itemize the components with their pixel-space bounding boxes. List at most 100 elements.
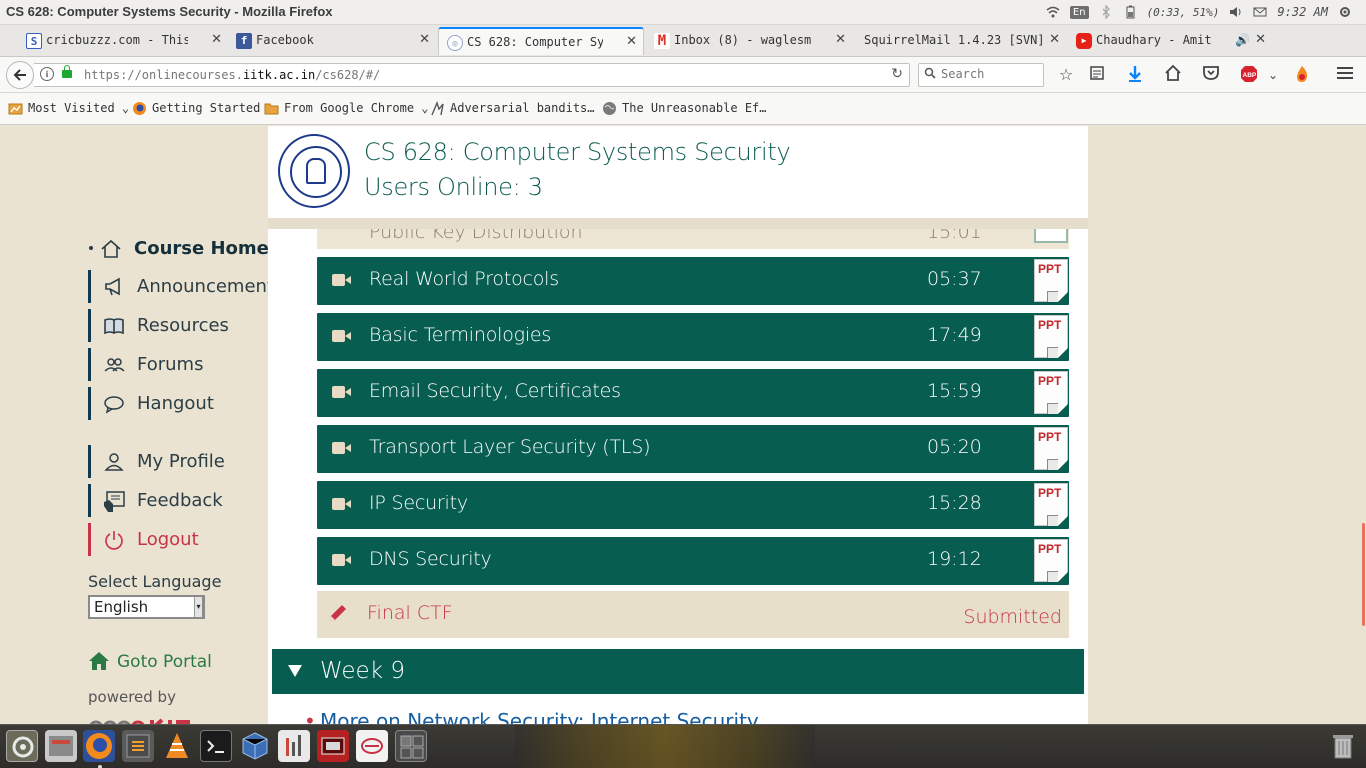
back-button[interactable] <box>6 61 34 89</box>
bookmark-unreasonable-effectiveness[interactable]: The Unreasonable Ef… <box>602 101 767 115</box>
lecture-row[interactable]: Email Security, Certificates 15:59 PPT <box>317 369 1069 417</box>
lecture-title[interactable]: Transport Layer Security (TLS) <box>369 436 651 458</box>
clock[interactable]: 9:32 AM <box>1277 5 1328 19</box>
lecture-title[interactable]: Basic Terminologies <box>369 324 551 346</box>
tab-cs628[interactable]: ◎ CS 628: Computer Syste ✕ <box>438 27 644 55</box>
bookmark-star-icon[interactable]: ☆ <box>1056 65 1076 85</box>
week-header[interactable]: Week 9 <box>272 649 1084 694</box>
bookmark-label: Most Visited <box>28 101 115 115</box>
close-tab-icon[interactable]: ✕ <box>626 29 637 55</box>
video-camera-icon <box>332 498 351 510</box>
lecture-row[interactable]: IP Security 15:28 PPT <box>317 481 1069 529</box>
reload-icon[interactable]: ↻ <box>891 66 903 82</box>
ppt-download-button[interactable]: PPT <box>1034 539 1068 582</box>
tab-cricbuzzz[interactable]: S cricbuzzz.com - This w ✕ <box>18 27 228 55</box>
lecture-title[interactable]: Email Security, Certificates <box>369 380 621 402</box>
chevron-down-icon[interactable]: ⌄ <box>1263 65 1283 85</box>
sidebar-item-label: Forums <box>137 354 204 375</box>
sidebar-item-hangout[interactable]: Hangout <box>88 387 266 420</box>
ppt-icon[interactable] <box>1034 229 1068 243</box>
hackbar-flame-icon[interactable] <box>1292 65 1312 85</box>
trash-icon[interactable] <box>1327 730 1359 762</box>
pencil-icon <box>327 602 349 624</box>
bookmark-from-google-chrome[interactable]: From Google Chrome ⌄ <box>264 101 429 115</box>
sidebar-item-resources[interactable]: Resources <box>88 309 266 342</box>
terminal-icon[interactable] <box>200 730 232 762</box>
course-title: CS 628: Computer Systems Security <box>364 138 791 166</box>
battery-icon[interactable] <box>1123 5 1137 19</box>
url-suffix: /cs628/#/ <box>315 68 381 82</box>
reading-list-icon[interactable] <box>1087 65 1107 85</box>
bluetooth-icon[interactable] <box>1099 4 1113 20</box>
sidebar-item-feedback[interactable]: Feedback <box>88 484 266 517</box>
hamburger-menu-icon[interactable] <box>1335 65 1355 85</box>
sidebar-item-announcements[interactable]: Announcements <box>88 270 283 303</box>
system-monitor-icon[interactable] <box>278 730 310 762</box>
bookmark-most-visited[interactable]: Most Visited ⌄ <box>8 101 129 115</box>
goto-portal-link[interactable]: Goto Portal <box>88 651 212 673</box>
ppt-download-button[interactable]: PPT <box>1034 483 1068 526</box>
search-input[interactable] <box>941 67 1039 81</box>
close-tab-icon[interactable]: ✕ <box>835 27 846 53</box>
lecture-row[interactable]: Real World Protocols 05:37 PPT <box>317 257 1069 305</box>
tab-youtube[interactable]: ▶ Chaudhary - Amit Tr 🔊 ✕ <box>1068 27 1272 55</box>
lecture-row[interactable]: Basic Terminologies 17:49 PPT <box>317 313 1069 361</box>
ppt-download-button[interactable]: PPT <box>1034 259 1068 302</box>
language-select[interactable]: English ▾ <box>88 595 205 619</box>
lecture-title[interactable]: DNS Security <box>369 548 492 570</box>
vlc-icon[interactable] <box>161 730 193 762</box>
envelope-icon[interactable] <box>1253 5 1267 19</box>
keyboard-language-indicator[interactable]: En <box>1069 5 1089 19</box>
ppt-download-button[interactable]: PPT <box>1034 315 1068 358</box>
scrollbar-thumb[interactable] <box>1362 523 1365 626</box>
screenshot-tool-icon[interactable] <box>317 730 349 762</box>
video-camera-icon <box>332 386 351 398</box>
volume-icon[interactable] <box>1229 5 1243 19</box>
dropdown-arrow-icon[interactable]: ▾ <box>194 597 202 617</box>
virtualbox-icon[interactable] <box>239 730 271 762</box>
sidebar-item-forums[interactable]: Forums <box>88 348 266 381</box>
document-viewer-icon[interactable] <box>356 730 388 762</box>
close-tab-icon[interactable]: ✕ <box>1255 27 1266 53</box>
sidebar-item-logout[interactable]: Logout <box>88 523 266 556</box>
workspace-switcher-icon[interactable] <box>395 730 427 762</box>
topic-link[interactable]: More on Network Security: Internet Secur… <box>304 709 759 724</box>
lecture-title[interactable]: IP Security <box>369 492 468 514</box>
search-box[interactable] <box>918 63 1044 87</box>
collapse-triangle-icon[interactable] <box>288 665 302 677</box>
url-bar[interactable]: i https://onlinecourses.iitk.ac.in/cs628… <box>34 63 910 87</box>
wifi-icon[interactable] <box>1046 5 1060 19</box>
home-button-icon[interactable] <box>1163 64 1183 85</box>
download-icon[interactable] <box>1125 65 1145 85</box>
tab-facebook[interactable]: f Facebook ✕ <box>228 27 436 55</box>
lecture-row-partial[interactable]: Public Key Distribution 15:01 <box>317 229 1069 249</box>
lecture-title[interactable]: Real World Protocols <box>369 268 559 290</box>
tab-squirrelmail[interactable]: SquirrelMail 1.4.23 [SVN] ✕ <box>856 27 1066 55</box>
url-text[interactable]: https://onlinecourses.iitk.ac.in/cs628/#… <box>84 68 380 82</box>
firefox-icon[interactable] <box>83 730 115 762</box>
bookmark-adversarial-bandits[interactable]: Adversarial bandits… <box>430 101 595 116</box>
lecture-row[interactable]: Transport Layer Security (TLS) 05:20 PPT <box>317 425 1069 473</box>
page-scrollbar[interactable] <box>1360 126 1366 724</box>
adblock-plus-icon[interactable]: ABP <box>1239 65 1259 85</box>
file-manager-icon[interactable] <box>45 730 77 762</box>
settings-gear-icon[interactable] <box>1338 5 1352 19</box>
site-info-icon[interactable]: i <box>40 67 54 81</box>
sidebar-item-my-profile[interactable]: My Profile <box>88 445 266 478</box>
assignment-title[interactable]: Final CTF <box>367 602 453 624</box>
tab-gmail-inbox[interactable]: M Inbox (8) - waglesmit. ✕ <box>646 27 852 55</box>
pocket-icon[interactable] <box>1201 65 1221 85</box>
speaker-icon[interactable]: 🔊 <box>1235 27 1250 53</box>
bookmark-getting-started[interactable]: Getting Started <box>132 101 260 115</box>
ubuntu-launcher-icon[interactable] <box>6 730 38 762</box>
lock-icon[interactable] <box>62 65 72 78</box>
assignment-row[interactable]: Final CTF Submitted <box>317 591 1069 638</box>
close-tab-icon[interactable]: ✕ <box>1049 27 1060 53</box>
lecture-row[interactable]: DNS Security 19:12 PPT <box>317 537 1069 585</box>
close-tab-icon[interactable]: ✕ <box>211 27 222 53</box>
ppt-download-button[interactable]: PPT <box>1034 427 1068 470</box>
close-tab-icon[interactable]: ✕ <box>419 27 430 53</box>
sidebar-item-course-home[interactable]: Course Home <box>88 232 269 265</box>
sublime-text-icon[interactable] <box>122 730 154 762</box>
ppt-download-button[interactable]: PPT <box>1034 371 1068 414</box>
